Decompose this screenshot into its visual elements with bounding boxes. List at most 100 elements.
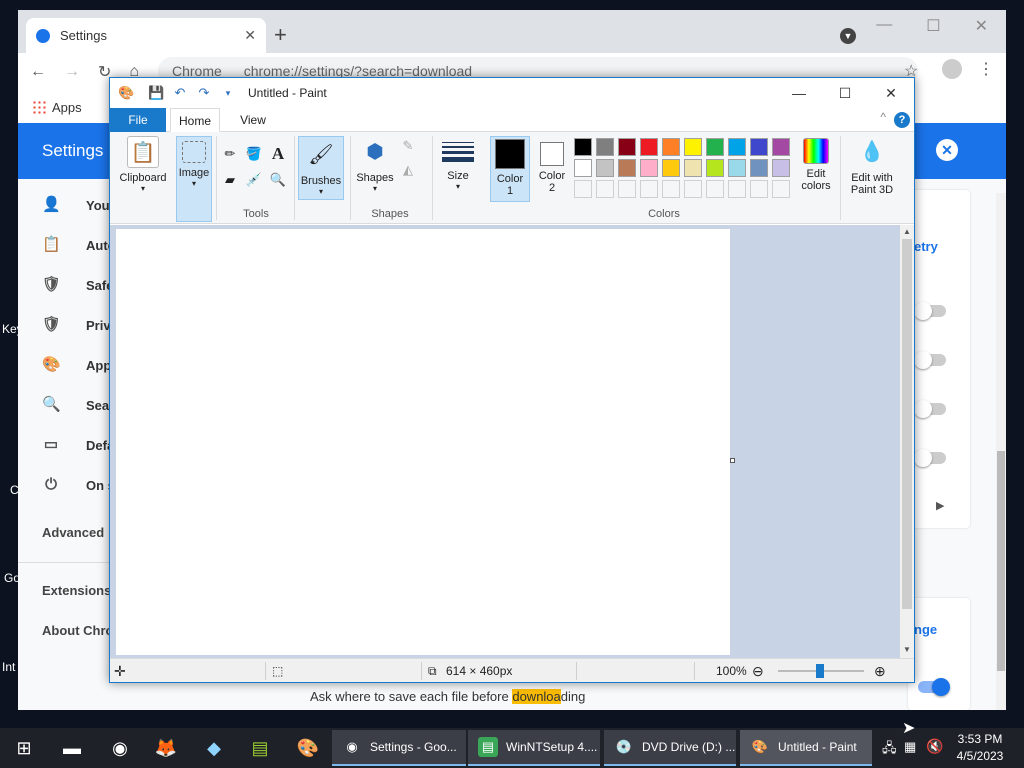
tab-home[interactable]: Home bbox=[170, 108, 220, 132]
customize-toolbar-icon[interactable]: ▾ bbox=[220, 85, 236, 101]
palette-swatch[interactable] bbox=[728, 159, 746, 177]
profile-avatar-icon[interactable] bbox=[942, 59, 962, 79]
maximize-icon[interactable]: ☐ bbox=[926, 16, 940, 36]
palette-swatch[interactable] bbox=[662, 138, 680, 156]
task-paint[interactable]: 🎨 Untitled - Paint bbox=[740, 730, 872, 766]
palette-swatch[interactable] bbox=[772, 159, 790, 177]
size-button[interactable]: Size ▾ bbox=[438, 136, 478, 191]
forward-icon[interactable]: → bbox=[64, 63, 80, 81]
sidebar-item-safety[interactable]: 🛡 Safe bbox=[42, 276, 113, 294]
palette-swatch[interactable] bbox=[684, 159, 702, 177]
custom-color-slot[interactable] bbox=[772, 180, 790, 198]
sidebar-about[interactable]: About Chro bbox=[42, 623, 113, 638]
palette-swatch[interactable] bbox=[706, 138, 724, 156]
palette-swatch[interactable] bbox=[684, 138, 702, 156]
maximize-icon[interactable]: ☐ bbox=[822, 78, 868, 108]
custom-color-slot[interactable] bbox=[684, 180, 702, 198]
custom-color-slot[interactable] bbox=[574, 180, 592, 198]
close-icon[interactable]: ✕ bbox=[868, 78, 914, 108]
zoom-in-icon[interactable]: ⊕ bbox=[874, 659, 886, 683]
save-icon[interactable]: 💾 bbox=[148, 85, 164, 101]
collapse-ribbon-icon[interactable]: ^ bbox=[880, 110, 886, 124]
text-icon[interactable]: A bbox=[268, 144, 288, 164]
task-chrome-settings[interactable]: ◉ Settings - Goo... bbox=[332, 730, 466, 766]
outline-icon[interactable]: ✎ bbox=[398, 136, 418, 156]
palette-swatch[interactable] bbox=[618, 159, 636, 177]
sidebar-item-search[interactable]: 🔍 Sear bbox=[42, 396, 114, 414]
palette-swatch[interactable] bbox=[662, 159, 680, 177]
redo-icon[interactable]: ↷ bbox=[196, 85, 212, 101]
paint-vertical-scrollbar[interactable]: ▲ ▼ bbox=[900, 225, 914, 658]
sidebar-extensions[interactable]: Extensions bbox=[42, 583, 111, 598]
edit-with-paint3d-button[interactable]: 💧 Edit with Paint 3D bbox=[844, 136, 900, 196]
sidebar-item-default-browser[interactable]: ▭ Defa bbox=[42, 436, 114, 454]
custom-color-slot[interactable] bbox=[728, 180, 746, 198]
palette-swatch[interactable] bbox=[750, 159, 768, 177]
minimize-icon[interactable]: — bbox=[776, 78, 822, 108]
sidebar-advanced[interactable]: Advanced bbox=[42, 525, 104, 540]
drawing-canvas[interactable] bbox=[116, 229, 730, 655]
chrome-icon[interactable]: ◉ bbox=[106, 734, 134, 762]
close-tab-icon[interactable]: ✕ bbox=[244, 27, 256, 44]
custom-color-slot[interactable] bbox=[596, 180, 614, 198]
color-picker-icon[interactable]: 💉 bbox=[244, 170, 264, 190]
paint-pin-icon[interactable]: 🎨 bbox=[294, 734, 322, 762]
tab-file[interactable]: File bbox=[110, 108, 166, 132]
palette-swatch[interactable] bbox=[596, 159, 614, 177]
more-menu-icon[interactable]: ⋮ bbox=[978, 59, 994, 79]
back-icon[interactable]: ← bbox=[30, 63, 46, 81]
minimize-icon[interactable]: — bbox=[876, 16, 892, 36]
task-winntsetup[interactable]: ▤ WinNTSetup 4.... bbox=[468, 730, 600, 766]
sidebar-item-autofill[interactable]: 📋 Auto bbox=[42, 236, 116, 254]
chevron-right-icon[interactable]: ▶ bbox=[936, 499, 944, 512]
volume-muted-icon[interactable]: 🔇 bbox=[926, 738, 943, 755]
palette-swatch[interactable] bbox=[618, 138, 636, 156]
eraser-icon[interactable]: ▰ bbox=[220, 170, 240, 190]
custom-color-slot[interactable] bbox=[750, 180, 768, 198]
toggle-switch[interactable] bbox=[914, 302, 946, 320]
change-button[interactable]: nge bbox=[914, 622, 937, 637]
brushes-button[interactable]: 🖌 Brushes ▾ bbox=[298, 136, 344, 200]
clear-search-icon[interactable]: ✕ bbox=[936, 139, 958, 161]
close-icon[interactable]: ✕ bbox=[975, 16, 988, 36]
tab-settings[interactable]: Settings ✕ bbox=[26, 18, 266, 53]
network-icon[interactable]: 🖧 bbox=[882, 739, 897, 761]
color2-button[interactable]: Color 2 bbox=[534, 136, 570, 194]
clock[interactable]: 3:53 PM 4/5/2023 bbox=[944, 731, 1016, 765]
undo-icon[interactable]: ↶ bbox=[172, 85, 188, 101]
notepad-app-icon[interactable]: ▤ bbox=[246, 734, 274, 762]
resize-handle[interactable] bbox=[730, 458, 735, 463]
cmd-icon[interactable]: ▬ bbox=[58, 734, 86, 762]
custom-color-slot[interactable] bbox=[640, 180, 658, 198]
clipboard-button[interactable]: 📋 Clipboard ▾ bbox=[114, 136, 172, 193]
palette-swatch[interactable] bbox=[640, 159, 658, 177]
color1-button[interactable]: Color 1 bbox=[490, 136, 530, 202]
sidebar-item-you[interactable]: 👤 You bbox=[42, 196, 110, 214]
toggle-switch[interactable] bbox=[914, 351, 946, 369]
image-button[interactable]: Image ▾ bbox=[176, 136, 212, 222]
toggle-switch[interactable] bbox=[914, 449, 946, 467]
palette-swatch[interactable] bbox=[596, 138, 614, 156]
edit-colors-button[interactable]: Edit colors bbox=[796, 136, 836, 192]
firefox-icon[interactable]: 🦊 bbox=[152, 734, 180, 762]
start-windows-icon[interactable]: ⊞ bbox=[10, 734, 38, 762]
shapes-button[interactable]: ⬢ Shapes ▾ bbox=[354, 136, 396, 193]
palette-swatch[interactable] bbox=[772, 138, 790, 156]
shape-fill-icon[interactable]: ◭ bbox=[398, 160, 418, 180]
magnifier-icon[interactable]: 🔍 bbox=[268, 170, 288, 190]
task-dvd-drive[interactable]: 💿 DVD Drive (D:) ... bbox=[604, 730, 736, 766]
palette-swatch[interactable] bbox=[750, 138, 768, 156]
custom-color-slot[interactable] bbox=[618, 180, 636, 198]
retry-button[interactable]: etry bbox=[914, 239, 938, 254]
sidebar-item-appearance[interactable]: 🎨 App bbox=[42, 356, 111, 374]
explorer-app-icon[interactable]: ◆ bbox=[200, 734, 228, 762]
pencil-icon[interactable]: ✏ bbox=[220, 144, 240, 164]
paint-app-icon[interactable]: 🎨 bbox=[118, 85, 134, 101]
tab-search-icon[interactable]: ▼ bbox=[840, 28, 856, 44]
palette-swatch[interactable] bbox=[706, 159, 724, 177]
new-tab-icon[interactable]: + bbox=[274, 22, 287, 48]
chrome-scrollbar[interactable] bbox=[996, 193, 1006, 710]
tab-view[interactable]: View bbox=[228, 108, 278, 132]
zoom-slider-thumb[interactable] bbox=[816, 664, 824, 678]
palette-swatch[interactable] bbox=[574, 159, 592, 177]
